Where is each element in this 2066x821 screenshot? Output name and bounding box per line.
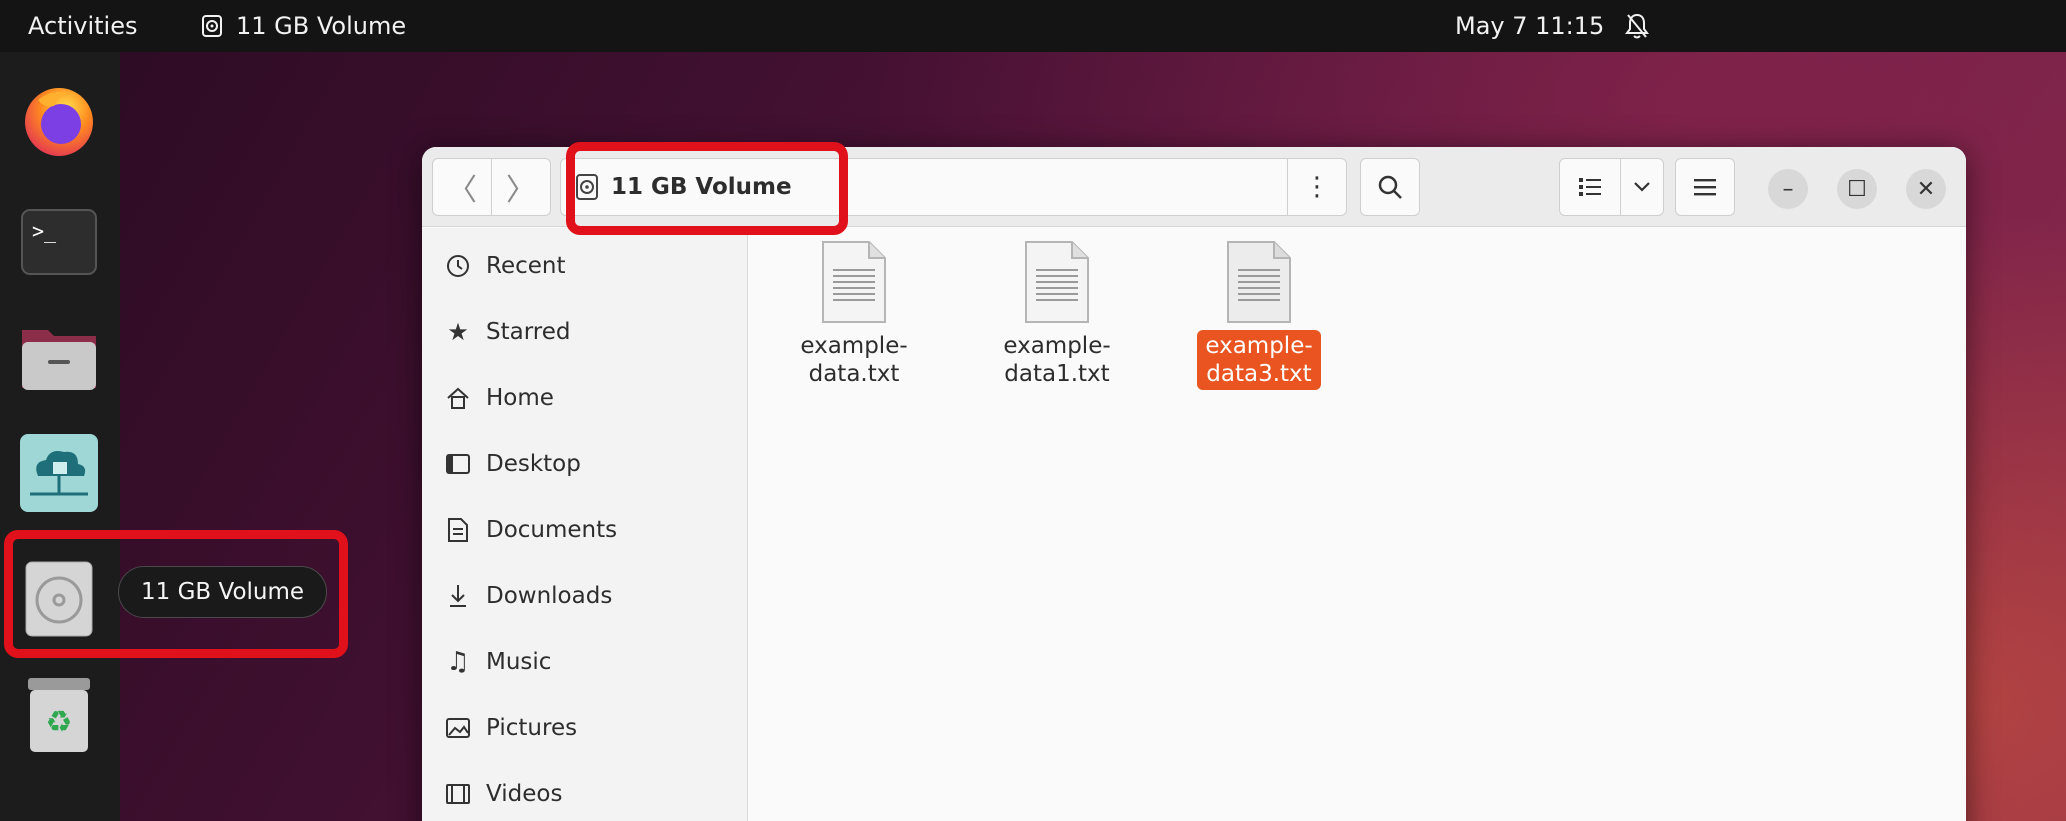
minimize-icon: – <box>1782 176 1794 202</box>
annotation-highlight-dock-volume <box>4 530 348 658</box>
list-view-icon <box>1579 178 1601 196</box>
maximize-button[interactable]: ☐ <box>1837 169 1877 209</box>
sidebar-item-label: Music <box>486 649 552 675</box>
file-item[interactable]: example- data1.txt <box>972 240 1142 390</box>
dock-cloud-app-icon[interactable] <box>18 432 100 514</box>
file-name: example- data.txt <box>800 333 908 387</box>
dock-terminal-icon[interactable]: >_ <box>18 200 100 282</box>
dock-firefox-icon[interactable] <box>18 78 100 160</box>
minimize-button[interactable]: – <box>1768 169 1808 209</box>
picture-icon <box>444 714 472 742</box>
clock[interactable]: May 7 11:15 <box>1455 12 1604 40</box>
disk-icon <box>202 15 222 37</box>
download-icon <box>444 582 472 610</box>
file-view: example- data.txt example- data1.txt exa… <box>749 228 1966 821</box>
top-bar: Activities 11 GB Volume May 7 11:15 <box>0 0 2066 52</box>
sidebar-item-documents[interactable]: Documents <box>422 502 748 558</box>
forward-button[interactable]: 〉 <box>491 158 551 216</box>
sidebar-item-home[interactable]: Home <box>422 370 748 426</box>
home-icon <box>444 384 472 412</box>
svg-text:>_: >_ <box>32 219 57 243</box>
sidebar-item-label: Documents <box>486 517 618 543</box>
view-options-dropdown[interactable] <box>1620 158 1664 216</box>
file-item-selected[interactable]: example- data3.txt <box>1174 240 1344 390</box>
nav-buttons: 〈 〉 <box>432 158 552 216</box>
dock-files-icon[interactable] <box>18 316 100 398</box>
sidebar-item-pictures[interactable]: Pictures <box>422 700 748 756</box>
desktop-icon <box>444 450 472 478</box>
path-menu-button[interactable]: ⋮ <box>1287 158 1347 216</box>
file-name: example- data3.txt <box>1197 330 1321 390</box>
maximize-icon: ☐ <box>1847 176 1867 202</box>
sidebar-item-recent[interactable]: Recent <box>422 238 748 294</box>
text-file-icon <box>1227 241 1291 323</box>
hamburger-icon <box>1694 179 1716 196</box>
text-file-icon <box>1025 241 1089 323</box>
text-file-icon <box>822 241 886 323</box>
vertical-dots-icon: ⋮ <box>1304 172 1330 202</box>
file-manager-window: 〈 〉 11 GB Volume ⋮ – ☐ ✕ Recent ★ Starre… <box>422 147 1966 821</box>
activities-button[interactable]: Activities <box>28 12 138 40</box>
sidebar-item-label: Recent <box>486 253 566 279</box>
svg-text:♻: ♻ <box>46 705 73 740</box>
search-button[interactable] <box>1360 158 1420 216</box>
list-view-button[interactable] <box>1559 158 1621 216</box>
sidebar-item-label: Videos <box>486 781 563 807</box>
file-name: example- data1.txt <box>1003 333 1111 387</box>
sidebar-item-desktop[interactable]: Desktop <box>422 436 748 492</box>
sidebar-item-videos[interactable]: Videos <box>422 766 748 821</box>
sidebar-item-label: Downloads <box>486 583 613 609</box>
sidebar-item-downloads[interactable]: Downloads <box>422 568 748 624</box>
sidebar-item-starred[interactable]: ★ Starred <box>422 304 748 360</box>
sidebar-item-label: Pictures <box>486 715 578 741</box>
music-icon: ♫ <box>446 647 470 677</box>
sidebar-item-label: Home <box>486 385 554 411</box>
back-button[interactable]: 〈 <box>432 158 492 216</box>
document-icon <box>444 516 472 544</box>
sidebar-item-label: Desktop <box>486 451 581 477</box>
dock: >_ ♻ <box>0 52 120 821</box>
star-icon: ★ <box>447 318 469 346</box>
places-sidebar: Recent ★ Starred Home Desktop Documents <box>422 228 748 821</box>
app-menu[interactable]: 11 GB Volume <box>200 12 406 40</box>
sidebar-item-music[interactable]: ♫ Music <box>422 634 748 690</box>
annotation-highlight-path <box>566 142 848 235</box>
video-icon <box>444 780 472 808</box>
chevron-left-icon: 〈 <box>447 173 477 208</box>
close-button[interactable]: ✕ <box>1906 169 1946 209</box>
chevron-right-icon: 〉 <box>506 173 536 208</box>
clock-icon <box>444 252 472 280</box>
notifications-muted-icon[interactable] <box>1624 12 1650 46</box>
dock-trash-icon[interactable]: ♻ <box>18 674 100 756</box>
app-menu-label: 11 GB Volume <box>236 12 407 40</box>
file-item[interactable]: example- data.txt <box>769 240 939 390</box>
close-icon: ✕ <box>1916 176 1936 202</box>
search-icon <box>1378 175 1402 199</box>
main-menu-button[interactable] <box>1675 158 1735 216</box>
chevron-down-icon <box>1634 182 1650 192</box>
sidebar-item-label: Starred <box>486 319 571 345</box>
